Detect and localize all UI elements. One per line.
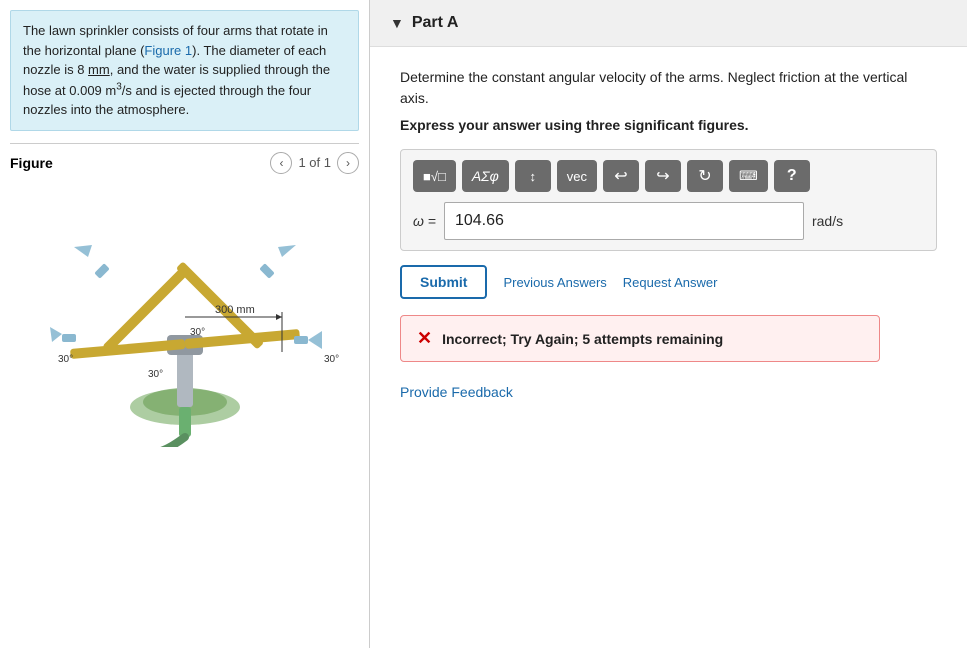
- svg-text:30°: 30°: [190, 327, 205, 338]
- figure-prev-button[interactable]: ‹: [270, 152, 292, 174]
- figure-nav: ‹ 1 of 1 ›: [270, 152, 359, 174]
- right-panel: ▼ Part A Determine the constant angular …: [370, 0, 967, 648]
- figure-image-area: 300 mm 30° 30° 30° 30°: [10, 182, 359, 452]
- keyboard-button[interactable]: ⌨: [729, 160, 768, 192]
- unit-label: rad/s: [812, 213, 843, 229]
- math-toolbar: ■√□ AΣφ ↕ vec ↩ ↪ ↻ ⌨ ? ω = rad/s: [400, 149, 937, 251]
- error-icon: ✕: [417, 328, 432, 349]
- previous-answers-link[interactable]: Previous Answers: [503, 275, 606, 290]
- part-content: Determine the constant angular velocity …: [370, 47, 967, 420]
- figure-nav-text: 1 of 1: [298, 155, 331, 170]
- description-text: The lawn sprinkler consists of four arms…: [23, 23, 330, 117]
- input-row: ω = rad/s: [413, 202, 924, 240]
- toolbar-row: ■√□ AΣφ ↕ vec ↩ ↪ ↻ ⌨ ?: [413, 160, 924, 192]
- figure-label: Figure: [10, 155, 53, 171]
- symbol-button[interactable]: AΣφ: [462, 160, 509, 192]
- matrix-button[interactable]: ■√□: [413, 160, 456, 192]
- svg-text:30°: 30°: [324, 354, 339, 365]
- provide-feedback-link[interactable]: Provide Feedback: [400, 384, 937, 400]
- action-row: Submit Previous Answers Request Answer: [400, 265, 937, 299]
- figure-link[interactable]: Figure 1: [144, 43, 192, 58]
- error-box: ✕ Incorrect; Try Again; 5 attempts remai…: [400, 315, 880, 362]
- figure-next-button[interactable]: ›: [337, 152, 359, 174]
- part-header: ▼ Part A: [370, 0, 967, 47]
- part-title: Part A: [412, 14, 459, 32]
- problem-description: The lawn sprinkler consists of four arms…: [10, 10, 359, 131]
- help-button[interactable]: ?: [774, 160, 810, 192]
- question-text: Determine the constant angular velocity …: [400, 67, 937, 109]
- sprinkler-diagram: 300 mm 30° 30° 30° 30°: [30, 187, 340, 447]
- answer-input[interactable]: [444, 202, 804, 240]
- svg-text:30°: 30°: [148, 369, 163, 380]
- left-panel: The lawn sprinkler consists of four arms…: [0, 0, 370, 648]
- figure-section: Figure ‹ 1 of 1 ›: [10, 143, 359, 452]
- redo-button[interactable]: ↪: [645, 160, 681, 192]
- undo-button[interactable]: ↩: [603, 160, 639, 192]
- refresh-button[interactable]: ↻: [687, 160, 723, 192]
- collapse-arrow[interactable]: ▼: [390, 15, 404, 31]
- svg-text:300 mm: 300 mm: [215, 304, 255, 316]
- vec-button[interactable]: vec: [557, 160, 597, 192]
- figure-header: Figure ‹ 1 of 1 ›: [10, 152, 359, 174]
- updown-button[interactable]: ↕: [515, 160, 551, 192]
- omega-label: ω =: [413, 213, 436, 229]
- express-text: Express your answer using three signific…: [400, 117, 937, 133]
- error-text: Incorrect; Try Again; 5 attempts remaini…: [442, 331, 723, 347]
- svg-text:30°: 30°: [58, 354, 73, 365]
- submit-button[interactable]: Submit: [400, 265, 487, 299]
- request-answer-link[interactable]: Request Answer: [623, 275, 718, 290]
